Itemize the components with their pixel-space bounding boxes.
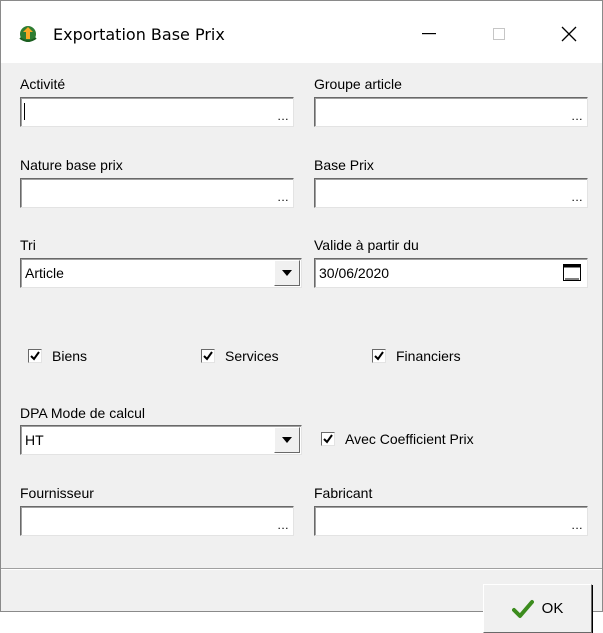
footer-divider-highlight (1, 569, 602, 570)
checkmark-icon (374, 351, 384, 361)
text-cursor (24, 103, 25, 120)
checkbox-box[interactable] (372, 349, 386, 363)
window-title: Exportation Base Prix (53, 25, 225, 44)
base-prix-field[interactable]: ... (314, 178, 588, 208)
valide-date-field[interactable]: 30/06/2020 (314, 258, 588, 288)
groupe-article-label: Groupe article (314, 76, 402, 92)
financiers-checkbox[interactable]: Financiers (372, 348, 461, 364)
nature-base-prix-browse-button[interactable]: ... (277, 190, 289, 204)
fabricant-label: Fabricant (314, 485, 373, 501)
checkmark-icon (203, 351, 213, 361)
tri-value: Article (25, 265, 64, 281)
valide-label: Valide à partir du (314, 237, 419, 253)
checkmark-icon (511, 599, 534, 618)
fabricant-browse-button[interactable]: ... (571, 518, 583, 532)
activite-browse-button[interactable]: ... (277, 109, 289, 123)
groupe-article-browse-button[interactable]: ... (571, 109, 583, 123)
fabricant-field[interactable]: ... (314, 506, 588, 536)
calendar-button[interactable] (563, 264, 581, 281)
tri-label: Tri (20, 237, 36, 253)
minimize-button[interactable] (399, 13, 459, 55)
biens-label: Biens (52, 348, 88, 364)
base-prix-browse-button[interactable]: ... (571, 190, 583, 204)
dpa-mode-value: HT (25, 432, 44, 448)
minimize-icon (422, 33, 436, 35)
fournisseur-label: Fournisseur (20, 485, 94, 501)
fournisseur-field[interactable]: ... (20, 506, 294, 536)
nature-base-prix-field[interactable]: ... (20, 178, 294, 208)
export-dialog: Exportation Base Prix Activité ... Group… (0, 0, 603, 633)
tri-select[interactable]: Article (20, 258, 302, 288)
nature-base-prix-label: Nature base prix (20, 157, 123, 173)
ok-button[interactable]: OK (483, 584, 592, 633)
maximize-button[interactable] (469, 13, 529, 55)
biens-checkbox[interactable]: Biens (28, 348, 87, 364)
avec-coefficient-prix-checkbox[interactable]: Avec Coefficient Prix (321, 431, 474, 447)
tri-dropdown-button[interactable] (274, 260, 300, 286)
title-bar[interactable]: Exportation Base Prix (1, 1, 602, 63)
dpa-mode-select[interactable]: HT (20, 425, 302, 455)
close-icon (561, 26, 577, 42)
avec-coefficient-prix-label: Avec Coefficient Prix (345, 431, 474, 447)
checkbox-box[interactable] (201, 349, 215, 363)
close-button[interactable] (539, 13, 599, 55)
ok-label: OK (541, 600, 564, 617)
dpa-mode-dropdown-button[interactable] (274, 427, 300, 453)
checkbox-box[interactable] (321, 432, 335, 446)
dropdown-arrow-icon (282, 270, 292, 276)
services-checkbox[interactable]: Services (201, 348, 279, 364)
maximize-icon (493, 28, 505, 40)
services-label: Services (225, 348, 279, 364)
checkbox-box[interactable] (28, 349, 42, 363)
checkmark-icon (30, 351, 40, 361)
groupe-article-field[interactable]: ... (314, 97, 588, 127)
calendar-icon (563, 264, 581, 281)
dropdown-arrow-icon (282, 437, 292, 443)
checkmark-icon (323, 434, 333, 444)
dpa-mode-label: DPA Mode de calcul (20, 405, 146, 421)
financiers-label: Financiers (396, 348, 461, 364)
app-logo-icon (19, 26, 37, 42)
activite-label: Activité (20, 76, 66, 92)
base-prix-label: Base Prix (314, 157, 374, 173)
activite-field[interactable]: ... (20, 97, 294, 127)
valide-date-value: 30/06/2020 (319, 265, 390, 281)
fournisseur-browse-button[interactable]: ... (277, 518, 289, 532)
